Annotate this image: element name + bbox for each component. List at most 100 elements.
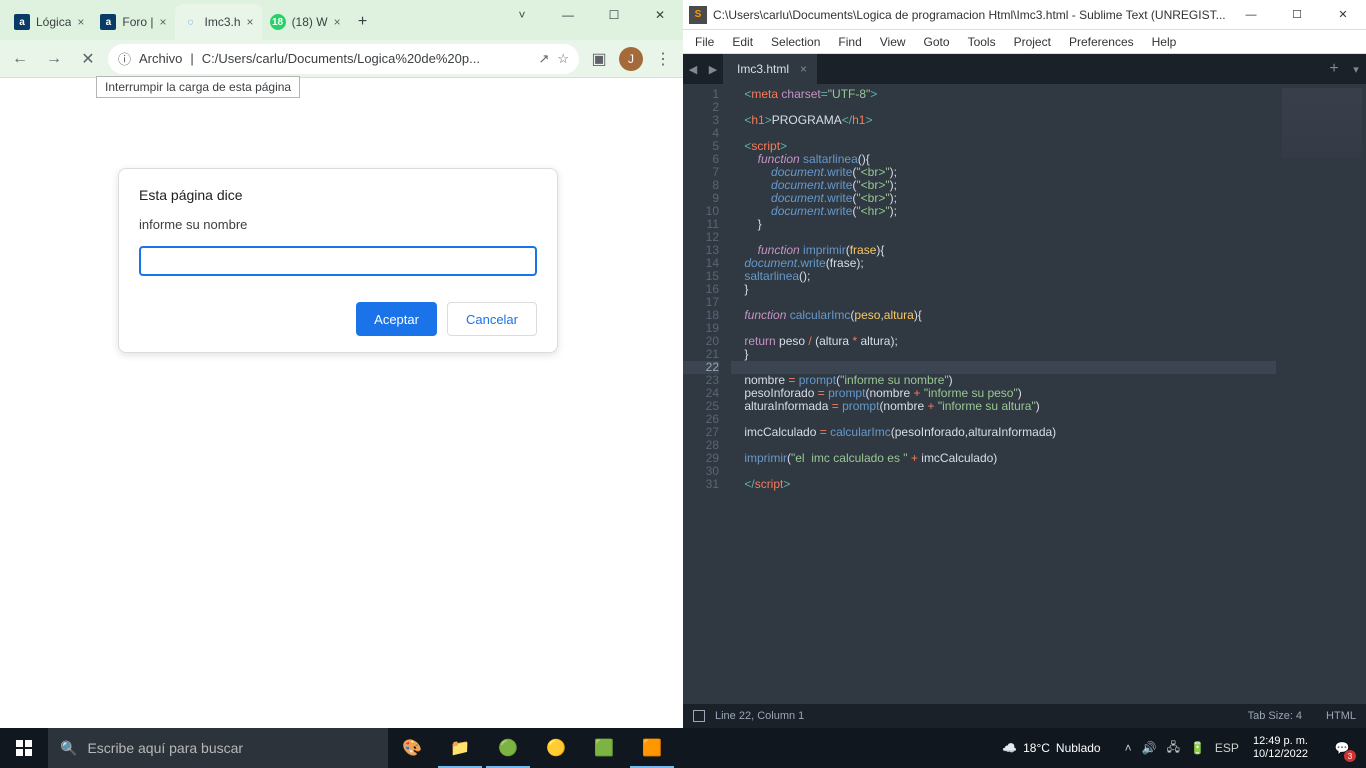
menu-goto[interactable]: Goto [916,33,958,51]
close-window-button[interactable]: ✕ [637,0,683,30]
tab-close-icon[interactable]: × [800,62,807,76]
taskbar-chrome-icon[interactable]: 🟢 [484,728,532,768]
menu-selection[interactable]: Selection [763,33,828,51]
separator: | [190,51,193,66]
dialog-buttons: Aceptar Cancelar [139,302,537,336]
tab-nav-back-icon[interactable]: ◀ [683,54,703,84]
tabbar-spacer [817,54,1322,84]
cancel-button[interactable]: Cancelar [447,302,537,336]
favicon-alura-icon: a [100,14,116,30]
taskbar-apps: 🎨 📁 🟢 🟡 🟩 🟧 [388,728,676,768]
tab-foro[interactable]: a Foro | × [92,4,174,40]
start-button[interactable] [0,728,48,768]
windows-logo-icon [16,740,32,756]
menu-find[interactable]: Find [830,33,869,51]
side-panel-icon[interactable]: ▣ [585,45,613,73]
status-panel-icon[interactable] [693,710,705,722]
taskbar-explorer-icon[interactable]: 📁 [436,728,484,768]
weather-temp: 18°C [1023,741,1050,755]
sublime-titlebar: S C:\Users\carlu\Documents\Logica de pro… [683,0,1366,30]
accept-button[interactable]: Aceptar [356,302,437,336]
chrome-tabs: a Lógica × a Foro | × ◌ Imc3.h × 18 (18)… [0,4,499,40]
sublime-window-controls: — ☐ ✕ [1228,0,1366,30]
system-tray: ˄ 🔊 🖧 🔋 ESP [1125,738,1239,759]
close-tab-icon[interactable]: × [77,15,84,29]
menu-view[interactable]: View [872,33,914,51]
tab-label: Foro | [122,15,153,29]
menu-tools[interactable]: Tools [960,33,1004,51]
sublime-title-text: C:\Users\carlu\Documents\Logica de progr… [713,8,1228,22]
close-tab-icon[interactable]: × [247,15,254,29]
taskbar-chrome-canary-icon[interactable]: 🟡 [532,728,580,768]
taskbar-search[interactable]: 🔍 Escribe aquí para buscar [48,728,388,768]
dialog-title: Esta página dice [139,187,537,203]
taskbar-news-icon[interactable]: 🎨 [388,728,436,768]
menu-help[interactable]: Help [1144,33,1185,51]
menu-file[interactable]: File [687,33,722,51]
tab-imc3[interactable]: ◌ Imc3.h × [175,4,262,40]
site-info-icon[interactable]: ⓘ [118,49,131,68]
close-tab-icon[interactable]: × [334,15,341,29]
address-bar[interactable]: ⓘ Archivo | C:/Users/carlu/Documents/Log… [108,44,579,74]
stop-reload-button[interactable]: ✕ [74,45,102,73]
close-window-button[interactable]: ✕ [1320,0,1366,30]
tray-network-icon[interactable]: 🖧 [1167,738,1180,759]
tab-nav-fwd-icon[interactable]: ▶ [703,54,723,84]
status-tabsize[interactable]: Tab Size: 4 [1248,710,1302,722]
loading-spinner-icon: ◌ [183,14,199,30]
taskbar-clock[interactable]: 12:49 p. m. 10/12/2022 [1253,735,1308,761]
tab-whatsapp[interactable]: 18 (18) W × [262,4,349,40]
menu-project[interactable]: Project [1006,33,1059,51]
status-syntax[interactable]: HTML [1326,710,1356,722]
tray-battery-icon[interactable]: 🔋 [1190,741,1205,755]
page-content: Esta página dice informe su nombre Acept… [0,78,683,728]
url-text: C:/Users/carlu/Documents/Logica%20de%20p… [202,51,531,66]
tab-logica[interactable]: a Lógica × [6,4,92,40]
chrome-tabstrip: a Lógica × a Foro | × ◌ Imc3.h × 18 (18)… [0,0,683,40]
dialog-message: informe su nombre [139,217,537,232]
tray-language[interactable]: ESP [1215,741,1239,755]
share-icon[interactable]: ↗ [538,51,549,67]
minimap[interactable] [1276,84,1366,704]
back-button[interactable]: ← [6,45,34,73]
tab-overflow-icon[interactable]: ▾ [1346,54,1366,84]
minimize-button[interactable]: — [545,0,591,30]
new-tab-button[interactable]: + [349,4,377,40]
menu-preferences[interactable]: Preferences [1061,33,1142,51]
maximize-button[interactable]: ☐ [591,0,637,30]
taskbar-app-icon[interactable]: 🟩 [580,728,628,768]
chrome-menu-button[interactable]: ⋮ [649,45,677,73]
prompt-input[interactable] [139,246,537,276]
weather-cond: Nublado [1056,741,1101,755]
taskbar-right: ☁️ 18°C Nublado ˄ 🔊 🖧 🔋 ESP 12:49 p. m. … [1002,728,1366,768]
js-prompt-dialog: Esta página dice informe su nombre Acept… [118,168,558,353]
editor-body: 1234567891011121314151617181920212223242… [683,84,1366,704]
clock-date: 10/12/2022 [1253,748,1308,761]
profile-avatar[interactable]: J [619,47,643,71]
caption-dropdown-icon[interactable]: ˅ [499,0,545,30]
tray-volume-icon[interactable]: 🔊 [1142,741,1157,755]
code-area[interactable]: <meta charset="UTF-8"> <h1>PROGRAMA</h1>… [727,84,1366,704]
chrome-toolbar: ← → ✕ ⓘ Archivo | C:/Users/carlu/Documen… [0,40,683,78]
clock-time: 12:49 p. m. [1253,735,1308,748]
action-center-button[interactable]: 💬 3 [1322,728,1362,768]
taskbar-sublime-icon[interactable]: 🟧 [628,728,676,768]
maximize-button[interactable]: ☐ [1274,0,1320,30]
sublime-app-icon: S [689,6,707,24]
minimize-button[interactable]: — [1228,0,1274,30]
stop-tooltip: Interrumpir la carga de esta página [96,76,300,98]
new-file-tab-button[interactable]: + [1322,54,1346,84]
bookmark-star-icon[interactable]: ☆ [557,51,569,67]
weather-icon: ☁️ [1002,741,1017,755]
close-tab-icon[interactable]: × [160,15,167,29]
sublime-menubar: File Edit Selection Find View Goto Tools… [683,30,1366,54]
file-tab-imc3[interactable]: Imc3.html × [723,54,817,84]
line-gutter: 1234567891011121314151617181920212223242… [683,84,727,704]
sublime-statusbar: Line 22, Column 1 Tab Size: 4 HTML [683,704,1366,728]
tray-chevron-up-icon[interactable]: ˄ [1125,741,1132,755]
favicon-whatsapp-icon: 18 [270,14,286,30]
forward-button[interactable]: → [40,45,68,73]
taskbar-weather[interactable]: ☁️ 18°C Nublado [1002,741,1100,755]
search-icon: 🔍 [60,740,77,757]
menu-edit[interactable]: Edit [724,33,761,51]
